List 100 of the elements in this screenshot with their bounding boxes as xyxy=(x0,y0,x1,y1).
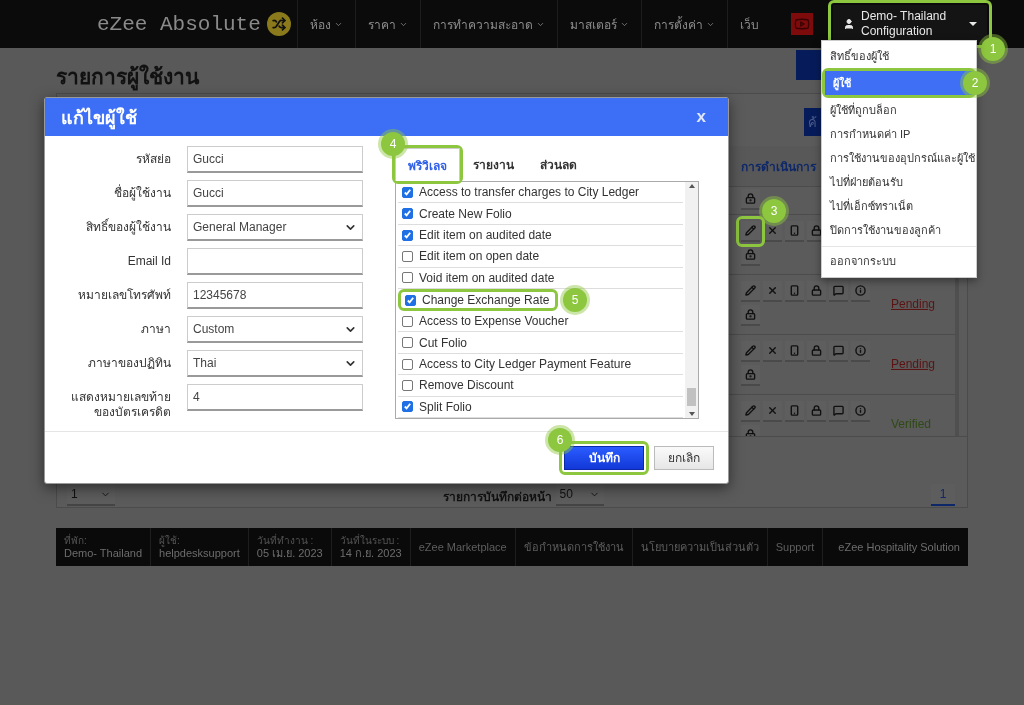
lock-icon xyxy=(745,309,756,320)
cancel-button[interactable]: ยกเลิก xyxy=(654,445,714,470)
close-icon xyxy=(767,345,778,356)
page-title: รายการผู้ใช้งาน xyxy=(56,60,199,93)
input-field[interactable] xyxy=(187,248,363,275)
field-label: หมายเลขโทรศัพท์ xyxy=(77,287,171,303)
close-icon xyxy=(767,405,778,416)
field-label: สิทธิ์ของผู้ใช้งาน xyxy=(85,217,171,235)
privilege-item[interactable]: Remove Discount xyxy=(398,375,683,397)
footer-info: ผู้ใช้: helpdesksupport xyxy=(151,528,249,566)
step-marker: 5 xyxy=(563,288,587,313)
checkbox[interactable] xyxy=(402,315,413,327)
field-label: ชื่อผู้ใช้งาน xyxy=(113,183,171,201)
nav-menu[interactable]: ราคา xyxy=(354,0,420,48)
phone-icon xyxy=(789,285,800,296)
privilege-item[interactable]: Edit item on audited date xyxy=(398,224,683,247)
pencil-icon xyxy=(745,285,756,296)
chat-icon xyxy=(833,405,844,416)
chat-icon xyxy=(833,345,844,356)
user-menu-button[interactable]: Demo- Thailand Configuration xyxy=(833,5,987,43)
input-field[interactable]: Gucci xyxy=(187,180,363,207)
lock-icon xyxy=(745,249,756,260)
lock-icon xyxy=(811,405,822,416)
field-label: ภาษาของปฏิทิน xyxy=(87,355,171,371)
select-field[interactable]: Thai xyxy=(187,350,363,377)
step-marker: 4 xyxy=(381,132,405,156)
footer-info: วันที่ทำงาน : 05 เม.ย. 2023 xyxy=(248,528,332,566)
info-icon xyxy=(855,285,866,296)
per-page-label: รายการบันทึกต่อหน้า xyxy=(442,489,552,506)
checkbox[interactable] xyxy=(402,401,413,413)
shuffle-icon xyxy=(266,12,291,36)
close-button[interactable]: x xyxy=(690,106,712,128)
close-icon xyxy=(767,225,778,236)
step-marker: 2 xyxy=(963,71,987,95)
input-field[interactable]: 12345678 xyxy=(187,282,363,309)
menu-item[interactable]: ผู้ใช้ xyxy=(825,71,973,95)
close-icon xyxy=(767,285,778,296)
privilege-item[interactable]: Access to City Ledger Payment Feature xyxy=(398,353,683,376)
status-text: Pending xyxy=(891,356,936,371)
status-text: Pending xyxy=(891,296,936,311)
tab[interactable]: พริวิเลจ xyxy=(395,148,460,181)
nav-menu[interactable]: การตั้งค่า xyxy=(640,0,727,48)
checkbox[interactable] xyxy=(402,229,413,241)
pencil-icon xyxy=(745,405,756,416)
nav-menu[interactable]: การทำความสะอาด xyxy=(419,0,557,48)
chat-icon xyxy=(833,285,844,296)
checkbox[interactable] xyxy=(402,337,413,349)
scrollbar[interactable] xyxy=(685,182,698,418)
step-marker: 6 xyxy=(548,427,572,452)
checkbox[interactable] xyxy=(402,272,413,284)
nav-menu[interactable]: เว็บ xyxy=(726,0,771,48)
phone-icon xyxy=(789,345,800,356)
privilege-item[interactable]: Void item on audited date xyxy=(398,267,683,290)
footer-info: ที่พัก: Demo- Thailand xyxy=(56,528,152,566)
privilege-item[interactable]: Cut Folio xyxy=(398,332,683,354)
footer-brand: eZee Hospitality Solution xyxy=(838,540,961,555)
privilege-item[interactable]: Access to Expense Voucher xyxy=(398,311,683,333)
menu-item[interactable]: สิทธิ์ของผู้ใช้ xyxy=(822,44,976,68)
step-marker: 3 xyxy=(762,199,786,223)
caret-icon xyxy=(969,22,977,26)
field-label: Email Id xyxy=(126,253,171,269)
dialog-title: แก้ไขผู้ใช้ xyxy=(61,106,137,132)
lock-icon xyxy=(745,193,756,204)
checkbox[interactable] xyxy=(405,294,416,306)
nav-menu[interactable]: มาสเตอร์ xyxy=(556,0,641,48)
lock-icon xyxy=(811,285,822,296)
field-label: รหัสย่อ xyxy=(135,151,171,167)
checkbox[interactable] xyxy=(402,208,413,220)
app-logo: eZee Absolute xyxy=(97,12,261,36)
menu-item[interactable]: ไปที่เอ็กซ์ทราเน็ต xyxy=(822,194,976,218)
lock-icon xyxy=(811,345,822,356)
pencil-icon xyxy=(745,225,756,236)
info-icon xyxy=(855,345,866,356)
menu-item[interactable]: ออกจากระบบ xyxy=(822,249,976,273)
menu-item[interactable]: ปิดการใช้งานของลูกค้า xyxy=(822,218,976,242)
privilege-item[interactable]: Create New Folio xyxy=(398,203,683,225)
input-field[interactable]: Gucci xyxy=(187,146,363,173)
status-text: Verified xyxy=(891,416,932,431)
privilege-item[interactable]: Access to transfer charges to City Ledger xyxy=(398,182,683,204)
checkbox[interactable] xyxy=(402,186,413,198)
checkbox[interactable] xyxy=(402,358,413,370)
select-field[interactable]: General Manager xyxy=(187,214,363,241)
privilege-item[interactable]: Edit item on open date xyxy=(398,246,683,268)
phone-icon xyxy=(789,405,800,416)
pencil-icon xyxy=(745,345,756,356)
privilege-item[interactable]: Split Folio xyxy=(398,396,683,418)
info-icon xyxy=(855,405,866,416)
select-field[interactable]: Custom xyxy=(187,316,363,343)
lock-icon xyxy=(745,369,756,380)
save-button[interactable]: บันทึก xyxy=(564,445,644,470)
footer-info: วันที่ในระบบ : 14 ก.ย. 2023 xyxy=(331,528,411,566)
video-icon[interactable] xyxy=(791,13,813,35)
privilege-item[interactable]: Change Exchange Rate xyxy=(401,292,555,309)
checkbox[interactable] xyxy=(402,250,413,262)
step-marker: 1 xyxy=(981,37,1005,61)
phone-icon xyxy=(789,225,800,236)
checkbox[interactable] xyxy=(402,379,413,391)
input-field[interactable]: 4 xyxy=(187,384,363,411)
field-label: ภาษา xyxy=(140,321,171,337)
nav-menu[interactable]: ห้อง xyxy=(296,0,355,48)
